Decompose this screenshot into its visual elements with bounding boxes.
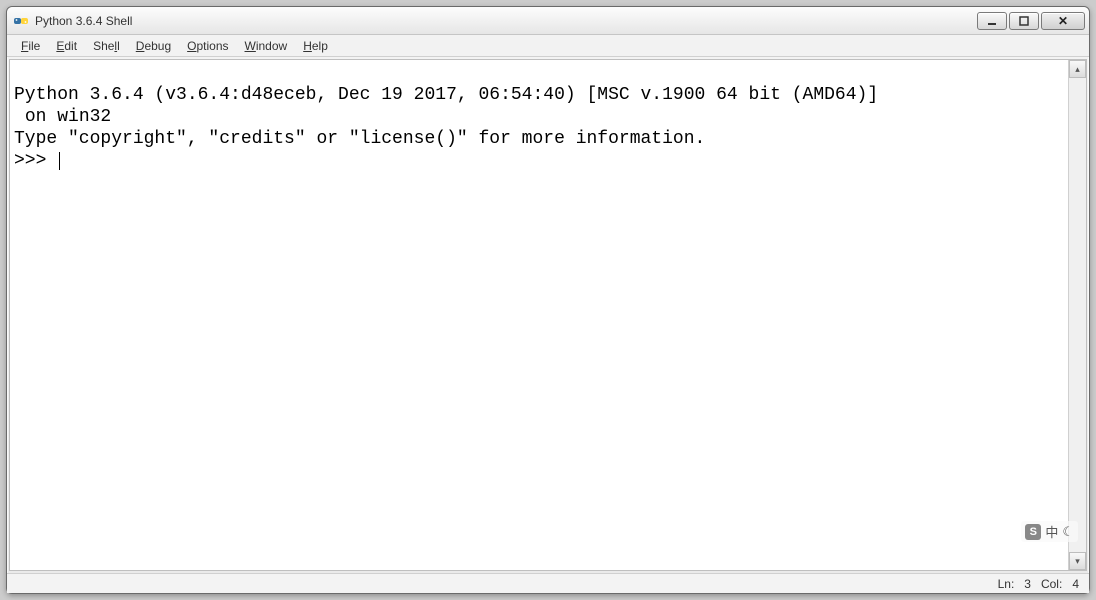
status-line-value: 3 — [1024, 577, 1031, 591]
close-icon: ✕ — [1058, 14, 1068, 28]
statusbar: Ln: 3 Col: 4 — [7, 573, 1089, 593]
banner-line-3: Type "copyright", "credits" or "license(… — [14, 129, 705, 149]
titlebar[interactable]: Python 3.6.4 Shell ✕ — [7, 7, 1089, 35]
minimize-button[interactable] — [977, 12, 1007, 30]
window-controls: ✕ — [977, 12, 1085, 30]
status-line-label: Ln: — [998, 577, 1015, 591]
shell-editor[interactable]: Python 3.6.4 (v3.6.4:d48eceb, Dec 19 201… — [10, 60, 1068, 570]
ime-language: 中 — [1045, 522, 1058, 541]
prompt-line: >>> — [14, 150, 1064, 172]
scroll-up-button[interactable]: ▴ — [1069, 60, 1086, 78]
maximize-button[interactable] — [1009, 12, 1039, 30]
banner-line-2: on win32 — [14, 107, 111, 127]
banner-line-1: Python 3.6.4 (v3.6.4:d48eceb, Dec 19 201… — [14, 85, 878, 105]
menu-edit[interactable]: Edit — [48, 37, 85, 55]
menu-options[interactable]: Options — [179, 37, 236, 55]
status-col-label: Col: — [1041, 577, 1062, 591]
minimize-icon — [987, 16, 997, 26]
app-window: Python 3.6.4 Shell ✕ File Edit Shell Deb… — [6, 6, 1090, 594]
prompt-symbol: >>> — [14, 150, 57, 172]
window-title: Python 3.6.4 Shell — [35, 14, 977, 28]
ime-badge-icon: S — [1025, 524, 1041, 540]
scroll-track[interactable] — [1069, 78, 1086, 552]
scroll-down-button[interactable]: ▾ — [1069, 552, 1086, 570]
menu-debug[interactable]: Debug — [128, 37, 179, 55]
vertical-scrollbar[interactable]: ▴ ▾ — [1068, 60, 1086, 570]
menu-help[interactable]: Help — [295, 37, 336, 55]
close-button[interactable]: ✕ — [1041, 12, 1085, 30]
maximize-icon — [1019, 16, 1029, 26]
content-area: Python 3.6.4 (v3.6.4:d48eceb, Dec 19 201… — [9, 59, 1087, 571]
ime-indicator[interactable]: S 中 ☾ — [1021, 521, 1078, 542]
menu-shell[interactable]: Shell — [85, 37, 128, 55]
status-col-value: 4 — [1072, 577, 1079, 591]
menu-window[interactable]: Window — [237, 37, 296, 55]
moon-icon: ☾ — [1062, 524, 1074, 540]
menu-file[interactable]: File — [13, 37, 48, 55]
text-cursor — [59, 152, 60, 170]
menubar: File Edit Shell Debug Options Window Hel… — [7, 35, 1089, 57]
python-icon — [13, 13, 29, 29]
